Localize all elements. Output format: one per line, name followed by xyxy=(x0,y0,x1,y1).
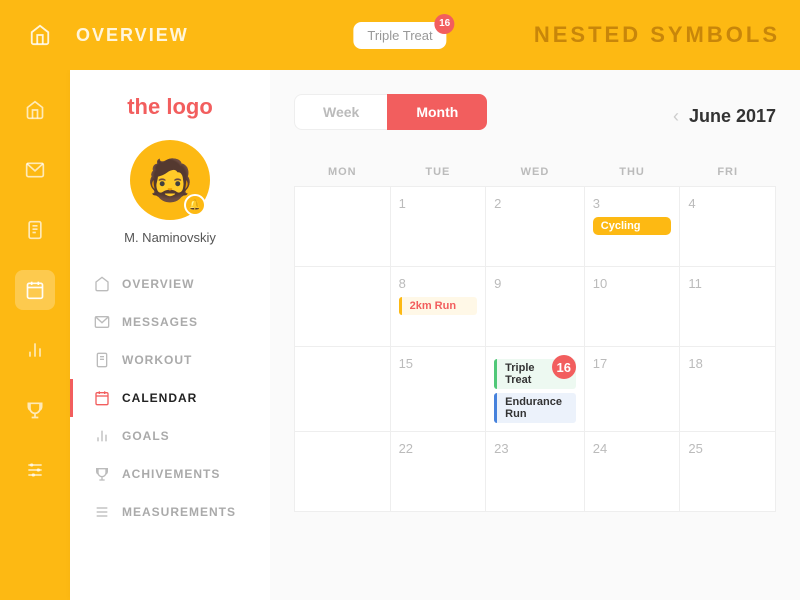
home-icon[interactable] xyxy=(20,15,60,55)
strip-chart-icon[interactable] xyxy=(15,330,55,370)
day-cell[interactable]: 3 Cycling xyxy=(584,187,680,267)
day-cell[interactable]: 1 xyxy=(390,187,486,267)
nav-calendar[interactable]: CALENDAR xyxy=(70,379,270,417)
nav-overview[interactable]: OVERVIEW xyxy=(70,265,270,303)
notification-text: Triple Treat xyxy=(367,28,432,43)
day-cell[interactable]: 17 xyxy=(584,347,680,432)
event-2km-run[interactable]: 2km Run xyxy=(399,297,478,315)
icon-strip xyxy=(0,70,70,600)
nav-workout[interactable]: WORKOUT xyxy=(70,341,270,379)
day-cell[interactable] xyxy=(295,432,391,512)
col-thu: THU xyxy=(584,158,680,187)
notification-badge: 16 xyxy=(435,14,455,34)
day-cell[interactable]: 15 xyxy=(390,347,486,432)
day-cell[interactable]: 10 xyxy=(584,267,680,347)
strip-calendar-icon[interactable] xyxy=(15,270,55,310)
strip-trophy-icon[interactable] xyxy=(15,390,55,430)
nav-achievements[interactable]: ACHIVEMENTS xyxy=(70,455,270,493)
day-cell[interactable]: 25 xyxy=(680,432,776,512)
day-cell[interactable]: 16 Triple Treat Endurance Run xyxy=(486,347,585,432)
notification-pill[interactable]: Triple Treat 16 xyxy=(353,22,446,49)
event-endurance-run[interactable]: Endurance Run xyxy=(494,393,576,423)
day-cell[interactable]: 8 2km Run xyxy=(390,267,486,347)
col-tue: TUE xyxy=(390,158,486,187)
calendar-grid: MON TUE WED THU FRI 1 2 3 Cycling 4 xyxy=(294,158,776,512)
day-cell[interactable]: 23 xyxy=(486,432,585,512)
nav-calendar-icon xyxy=(94,390,110,406)
day-cell[interactable]: 18 xyxy=(680,347,776,432)
tab-week[interactable]: Week xyxy=(294,94,387,130)
top-bar-center: Triple Treat 16 xyxy=(353,22,446,49)
user-name: M. Naminovskiy xyxy=(124,230,216,245)
col-fri: FRI xyxy=(680,158,776,187)
strip-clipboard-icon[interactable] xyxy=(15,210,55,250)
day-cell[interactable] xyxy=(295,187,391,267)
top-bar: OVERVIEW Triple Treat 16 NESTED SYMBOLS xyxy=(0,0,800,70)
strip-sliders-icon[interactable] xyxy=(15,450,55,490)
main-content: Week Month ‹ June 2017 MON TUE WED THU F… xyxy=(270,70,800,600)
day-cell[interactable]: 24 xyxy=(584,432,680,512)
calendar-title: June 2017 xyxy=(689,106,776,127)
tab-month[interactable]: Month xyxy=(387,94,487,130)
day-cell[interactable]: 22 xyxy=(390,432,486,512)
day-cell[interactable]: 9 xyxy=(486,267,585,347)
prev-month-button[interactable]: ‹ xyxy=(673,106,679,127)
day-cell[interactable]: 11 xyxy=(680,267,776,347)
table-row: 8 2km Run 9 10 11 xyxy=(295,267,776,347)
strip-home-icon[interactable] xyxy=(15,90,55,130)
strip-mail-icon[interactable] xyxy=(15,150,55,190)
sidebar: the logo 🧔 🔔 M. Naminovskiy OVERVIEW MES… xyxy=(70,70,270,600)
view-tabs: Week Month xyxy=(294,94,487,130)
nav-list: OVERVIEW MESSAGES WORKOUT CALENDAR GOALS… xyxy=(70,265,270,531)
top-bar-left: OVERVIEW xyxy=(20,15,189,55)
day-cell[interactable]: 2 xyxy=(486,187,585,267)
avatar-container: 🧔 🔔 xyxy=(130,140,210,220)
nav-home-icon xyxy=(94,276,110,292)
event-cycling[interactable]: Cycling xyxy=(593,217,672,235)
calendar-nav: ‹ June 2017 xyxy=(673,106,776,127)
table-row: 1 2 3 Cycling 4 xyxy=(295,187,776,267)
nav-mail-icon xyxy=(94,314,110,330)
nav-clipboard-icon xyxy=(94,352,110,368)
nav-messages[interactable]: MESSAGES xyxy=(70,303,270,341)
nav-measurements[interactable]: MEASUREMENTS xyxy=(70,493,270,531)
nav-goals-icon xyxy=(94,428,110,444)
page-title: OVERVIEW xyxy=(76,25,189,46)
nav-trophy-icon xyxy=(94,466,110,482)
calendar-toolbar: Week Month ‹ June 2017 xyxy=(294,94,776,150)
day-cell[interactable] xyxy=(295,347,391,432)
col-wed: WED xyxy=(486,158,585,187)
day-cell[interactable] xyxy=(295,267,391,347)
table-row: 22 23 24 25 xyxy=(295,432,776,512)
table-row: 15 16 Triple Treat Endurance Run 17 18 xyxy=(295,347,776,432)
day-cell[interactable]: 4 xyxy=(680,187,776,267)
avatar-badge: 🔔 xyxy=(184,194,206,216)
col-mon: MON xyxy=(295,158,391,187)
logo: the logo xyxy=(127,94,213,120)
nav-goals[interactable]: GOALS xyxy=(70,417,270,455)
nav-sliders-icon xyxy=(94,504,110,520)
app-name: NESTED SYMBOLS xyxy=(534,22,780,48)
